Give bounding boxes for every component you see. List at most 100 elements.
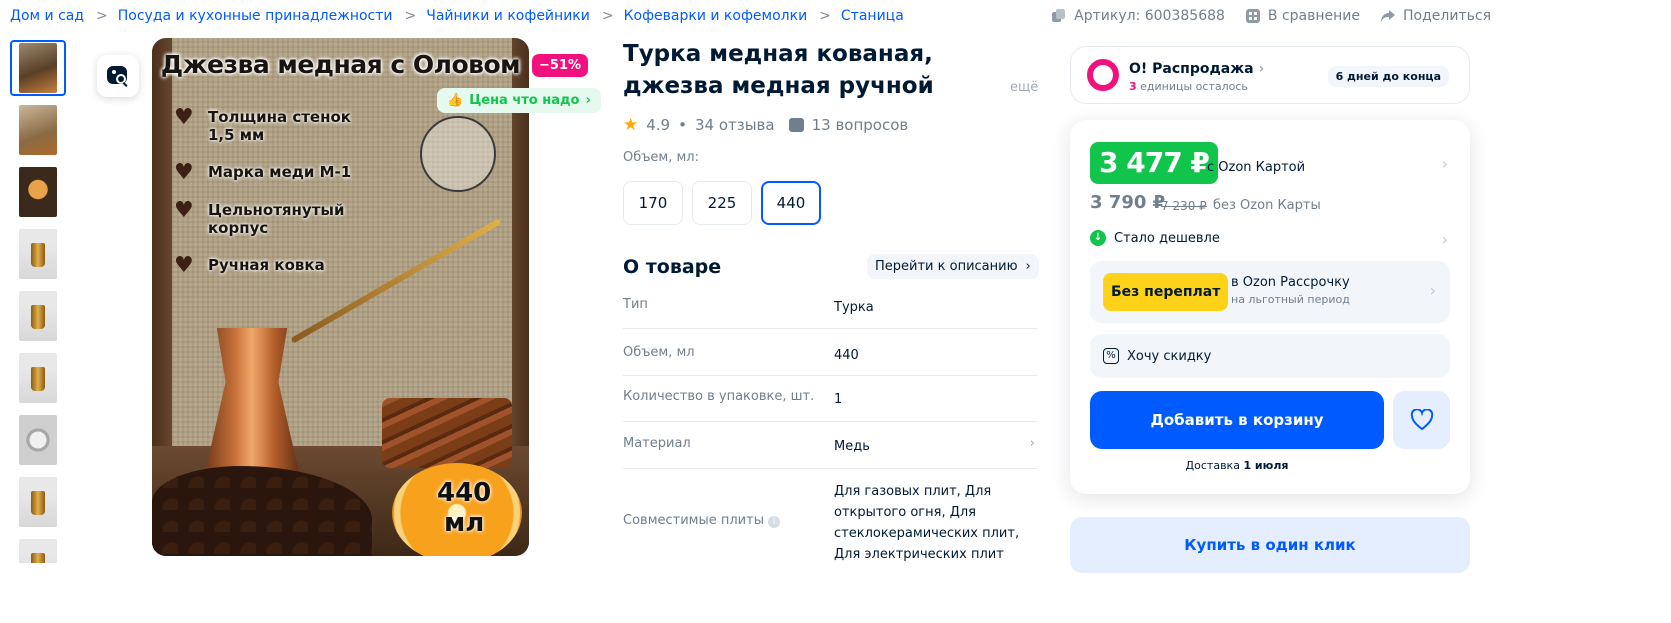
compare-icon	[1245, 9, 1260, 23]
buy-one-click-button[interactable]: Купить в один клик	[1070, 517, 1470, 573]
rating-value: 4.9	[646, 116, 671, 134]
chevron-right-icon[interactable]: ›	[1442, 154, 1448, 173]
thumbnail[interactable]	[10, 350, 66, 406]
copy-icon	[1052, 9, 1066, 22]
heart-icon: ♥	[174, 160, 194, 185]
about-heading: О товаре	[623, 256, 722, 278]
chevron-right-icon: >	[601, 8, 614, 24]
thumbnail[interactable]	[10, 412, 66, 468]
chevron-right-icon: ›	[585, 93, 591, 108]
volume-option-selected[interactable]: 440	[761, 181, 821, 225]
star-icon: ★	[623, 115, 639, 135]
main-product-image[interactable]: Джезва медная с Оловом ♥ Толщина стенок …	[152, 38, 529, 556]
brand-logo	[420, 116, 496, 192]
price-badge[interactable]: 👍 Цена что надо ›	[437, 88, 601, 113]
photo-thumb	[19, 229, 57, 279]
spec-row-material[interactable]: Материал Медь ›	[623, 422, 1037, 469]
spec-row: Количество в упаковке, шт. 1	[623, 376, 1037, 422]
breadcrumb-item[interactable]: Кофеварки и кофемолки	[624, 8, 808, 24]
favorite-button[interactable]	[1393, 391, 1450, 449]
thumbnail[interactable]	[10, 102, 66, 158]
goto-description-button[interactable]: Перейти к описанию ›	[867, 254, 1039, 279]
photo-thumb	[19, 539, 57, 563]
thumbnail[interactable]	[10, 40, 66, 96]
thumbnail[interactable]	[10, 164, 66, 220]
thumbnail-list	[10, 40, 66, 563]
share-icon	[1381, 10, 1396, 22]
chevron-right-icon: ›	[1029, 436, 1035, 451]
questions-link[interactable]: 13 вопросов	[812, 116, 909, 134]
heart-icon: ♥	[174, 198, 194, 223]
product-meta: Артикул: 600385688 В сравнение Поделитьс…	[1051, 8, 1491, 24]
volume-caption: Объем, мл:	[623, 150, 700, 165]
feature: ♥ Цельнотянутый корпус	[174, 198, 345, 238]
heart-icon: ♥	[174, 253, 194, 278]
info-icon[interactable]: i	[767, 516, 780, 528]
photo-thumb	[19, 415, 57, 465]
delivery-info: Доставка 1 июля	[1185, 459, 1289, 472]
feature: ♥ Ручная ковка	[174, 253, 325, 278]
discount-badge: −51%	[532, 54, 589, 77]
sale-logo-icon	[1087, 59, 1119, 91]
chevron-right-icon: >	[96, 8, 108, 24]
photo-thumb	[19, 477, 57, 527]
volume-options: 170 225 440	[623, 181, 821, 225]
want-discount-button[interactable]: % Хочу скидку	[1090, 334, 1450, 378]
price-dropped-link[interactable]: ↓ Стало дешевле	[1090, 230, 1220, 246]
spec-row: Совместимые плиты i Для газовых плит, Для…	[623, 484, 1020, 562]
price-without-card: 3 790 ₽	[1090, 192, 1166, 213]
image-search-button[interactable]	[97, 55, 139, 97]
specs-table: Тип Турка Объем, мл 440 Количество в упа…	[623, 284, 1037, 565]
image-title: Джезва медная с Оловом	[160, 50, 521, 79]
volume-option[interactable]: 225	[692, 181, 752, 225]
chevron-right-icon: ›	[1429, 281, 1436, 300]
price-card: 3 477 ₽ с Ozon Картой › 3 790 ₽ 7 230 ₽ …	[1070, 120, 1470, 494]
heart-icon: ♥	[174, 105, 194, 130]
photo-thumb	[19, 353, 57, 403]
product-title: Турка медная кованая, джезва медная ручн…	[623, 41, 934, 99]
compare-button[interactable]: В сравнение	[1245, 8, 1360, 24]
chevron-right-icon: ›	[1258, 61, 1265, 77]
thumbnail[interactable]	[10, 288, 66, 344]
breadcrumb: Дом и сад > Посуда и кухонные принадлежн…	[10, 8, 904, 24]
volume-option[interactable]: 170	[623, 181, 683, 225]
feature: ♥ Толщина стенок 1,5 мм	[174, 105, 351, 145]
breadcrumb-item[interactable]: Чайники и кофейники	[426, 8, 590, 24]
share-button[interactable]: Поделиться	[1380, 8, 1491, 24]
photo-thumb	[19, 105, 57, 155]
photo-thumb	[19, 291, 57, 341]
photo-thumb	[19, 167, 57, 217]
thumbnail[interactable]	[10, 474, 66, 530]
breadcrumb-item[interactable]: Станица	[841, 8, 904, 24]
price-crossed: 7 230 ₽	[1161, 199, 1207, 213]
image-volume-label: 440 мл	[437, 478, 492, 538]
chevron-right-icon: >	[819, 8, 831, 24]
questions-icon	[788, 118, 804, 132]
installment-banner[interactable]: Без переплат в Ozon Рассрочку на льготны…	[1090, 261, 1450, 323]
photo-thumb	[19, 43, 57, 93]
spec-row: Тип Турка	[623, 284, 1037, 329]
rating-row: ★ 4.9 • 34 отзыва 13 вопросов	[623, 115, 909, 135]
thumbnail[interactable]	[10, 226, 66, 282]
chevron-right-icon[interactable]: ›	[1442, 230, 1448, 249]
installment-badge: Без переплат	[1103, 273, 1229, 311]
feature: ♥ Марка меди М-1	[174, 160, 352, 185]
cinnamon-illustration	[382, 398, 512, 468]
article-number[interactable]: Артикул: 600385688	[1051, 8, 1225, 24]
add-to-cart-button[interactable]: Добавить в корзину	[1090, 391, 1384, 449]
price-with-card: 3 477 ₽	[1090, 142, 1218, 184]
sale-banner[interactable]: О! Распродажа › 3 единицы осталось 6 дне…	[1070, 46, 1470, 104]
title-more-link[interactable]: ещё	[1010, 80, 1038, 95]
chevron-right-icon: ›	[1025, 259, 1031, 274]
reviews-link[interactable]: 34 отзыва	[695, 116, 775, 134]
thumbs-up-icon: 👍	[447, 93, 464, 108]
image-search-icon	[107, 66, 128, 87]
arrow-down-icon: ↓	[1090, 230, 1106, 246]
breadcrumb-item[interactable]: Посуда и кухонные принадлежности	[118, 8, 393, 24]
thumbnail[interactable]	[10, 536, 66, 563]
breadcrumb-item[interactable]: Дом и сад	[10, 8, 84, 24]
percent-icon: %	[1103, 348, 1119, 364]
heart-icon	[1410, 409, 1433, 431]
sale-countdown: 6 дней до конца	[1327, 66, 1449, 87]
price-with-card-caption: с Ozon Картой	[1207, 160, 1306, 175]
